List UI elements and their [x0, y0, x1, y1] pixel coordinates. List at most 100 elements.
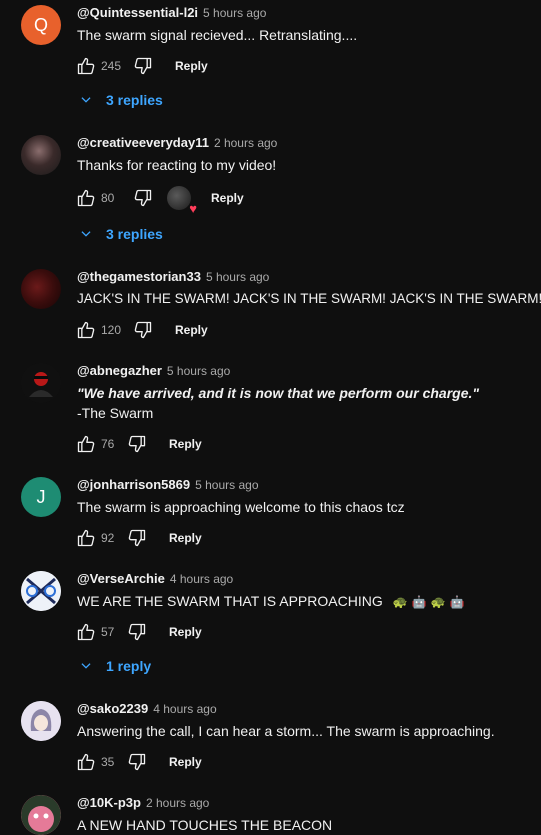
- author-name[interactable]: @jonharrison5869: [77, 477, 190, 492]
- comment-text: JACK'S IN THE SWARM! JACK'S IN THE SWARM…: [77, 291, 541, 306]
- like-count: 76: [101, 437, 115, 451]
- like-count: 245: [101, 59, 122, 73]
- timestamp[interactable]: 2 hours ago: [214, 136, 277, 150]
- timestamp[interactable]: 5 hours ago: [203, 6, 266, 20]
- dislike-button[interactable]: [125, 526, 149, 550]
- like-button[interactable]: [74, 620, 98, 644]
- author-name[interactable]: @thegamestorian33: [77, 269, 201, 284]
- avatar[interactable]: [21, 135, 61, 175]
- replies-label: 3 replies: [106, 92, 163, 108]
- timestamp[interactable]: 2 hours ago: [146, 796, 209, 810]
- author-name[interactable]: @10K-p3p: [77, 795, 141, 810]
- reply-button[interactable]: Reply: [169, 625, 202, 639]
- thumbs-up-icon: [76, 528, 96, 548]
- replies-label: 3 replies: [106, 226, 163, 242]
- avatar-image: [21, 571, 61, 611]
- author-name[interactable]: @sako2239: [77, 701, 148, 716]
- comment-text: Answering the call, I can hear a storm..…: [77, 723, 495, 739]
- comment-header: @thegamestorian33 5 hours ago: [77, 269, 269, 287]
- avatar[interactable]: [21, 269, 61, 309]
- replies-label: 1 reply: [106, 658, 152, 674]
- comment-header: @sako2239 4 hours ago: [77, 701, 217, 719]
- dislike-button[interactable]: [125, 620, 149, 644]
- creator-avatar: [167, 186, 191, 210]
- comment-actions: 120 Reply: [74, 318, 208, 342]
- like-count: 92: [101, 531, 115, 545]
- like-count: 120: [101, 323, 122, 337]
- comment-actions: 35 Reply: [74, 750, 202, 774]
- like-button[interactable]: [74, 432, 98, 456]
- avatar[interactable]: [21, 795, 61, 835]
- avatar[interactable]: [21, 701, 61, 741]
- thumbs-up-icon: [76, 434, 96, 454]
- chevron-down-icon: [79, 227, 93, 241]
- reply-button[interactable]: Reply: [169, 437, 202, 451]
- thumbs-up-icon: [76, 188, 96, 208]
- author-name[interactable]: @VerseArchie: [77, 571, 165, 586]
- dislike-button[interactable]: [131, 186, 155, 210]
- creator-heart-badge: ♥: [167, 186, 197, 215]
- thumbs-up-icon: [76, 320, 96, 340]
- avatar[interactable]: [21, 363, 61, 403]
- thumbs-up-icon: [76, 56, 96, 76]
- thumbs-down-icon: [133, 320, 153, 340]
- dislike-button[interactable]: [125, 432, 149, 456]
- comment-body: WE ARE THE SWARM THAT IS APPROACHING: [77, 593, 383, 609]
- view-replies-button[interactable]: 3 replies: [79, 224, 163, 244]
- turtle-emoji: 🐢: [430, 595, 446, 609]
- comment-header: @10K-p3p 2 hours ago: [77, 795, 209, 813]
- timestamp[interactable]: 4 hours ago: [153, 702, 216, 716]
- author-name[interactable]: @Quintessential-l2i: [77, 5, 198, 20]
- avatar[interactable]: J: [21, 477, 61, 517]
- thumbs-down-icon: [127, 434, 147, 454]
- like-button[interactable]: [74, 186, 98, 210]
- like-button[interactable]: [74, 54, 98, 78]
- comment-actions: 57 Reply: [74, 620, 202, 644]
- avatar[interactable]: [21, 571, 61, 611]
- dislike-button[interactable]: [131, 318, 155, 342]
- avatar-image: [21, 701, 61, 741]
- thumbs-up-icon: [76, 622, 96, 642]
- avatar[interactable]: Q: [21, 5, 61, 45]
- like-button[interactable]: [74, 526, 98, 550]
- comment-actions: 92 Reply: [74, 526, 202, 550]
- thumbs-down-icon: [133, 56, 153, 76]
- turtle-emoji: 🐢: [392, 595, 408, 609]
- view-replies-button[interactable]: 1 reply: [79, 656, 151, 676]
- comment-text: WE ARE THE SWARM THAT IS APPROACHING 🐢 🤖 🐢…: [77, 591, 464, 612]
- comment-header: @VerseArchie 4 hours ago: [77, 571, 233, 589]
- comment-header: @jonharrison5869 5 hours ago: [77, 477, 259, 495]
- robot-emoji: 🤖: [449, 595, 465, 609]
- reply-button[interactable]: Reply: [175, 59, 208, 73]
- timestamp[interactable]: 5 hours ago: [195, 478, 258, 492]
- thumbs-down-icon: [127, 622, 147, 642]
- comment-header: @abnegazher 5 hours ago: [77, 363, 230, 381]
- comment-header: @creativeeveryday11 2 hours ago: [77, 135, 277, 153]
- dislike-button[interactable]: [131, 54, 155, 78]
- comment-text: A NEW HAND TOUCHES THE BEACON: [77, 817, 333, 833]
- author-name[interactable]: @creativeeveryday11: [77, 135, 209, 150]
- dislike-button[interactable]: [125, 750, 149, 774]
- timestamp[interactable]: 5 hours ago: [206, 270, 269, 284]
- thumbs-down-icon: [127, 528, 147, 548]
- comment-text: The swarm signal recieved... Retranslati…: [77, 27, 358, 43]
- reply-button[interactable]: Reply: [175, 323, 208, 337]
- reply-button[interactable]: Reply: [169, 755, 202, 769]
- like-count: 35: [101, 755, 115, 769]
- like-button[interactable]: [74, 750, 98, 774]
- chevron-down-icon: [79, 659, 93, 673]
- timestamp[interactable]: 5 hours ago: [167, 364, 230, 378]
- like-button[interactable]: [74, 318, 98, 342]
- reply-button[interactable]: Reply: [211, 191, 244, 205]
- reply-button[interactable]: Reply: [169, 531, 202, 545]
- timestamp[interactable]: 4 hours ago: [170, 572, 233, 586]
- view-replies-button[interactable]: 3 replies: [79, 90, 163, 110]
- author-name[interactable]: @abnegazher: [77, 363, 162, 378]
- comment-actions: 76 Reply: [74, 432, 202, 456]
- comment-text: The swarm is approaching welcome to this…: [77, 499, 405, 515]
- comment-text: Thanks for reacting to my video!: [77, 157, 277, 173]
- comment-actions: 245 Reply: [74, 54, 208, 78]
- comment-attribution: -The Swarm: [77, 405, 154, 421]
- heart-icon: ♥: [189, 201, 197, 216]
- thumbs-up-icon: [76, 752, 96, 772]
